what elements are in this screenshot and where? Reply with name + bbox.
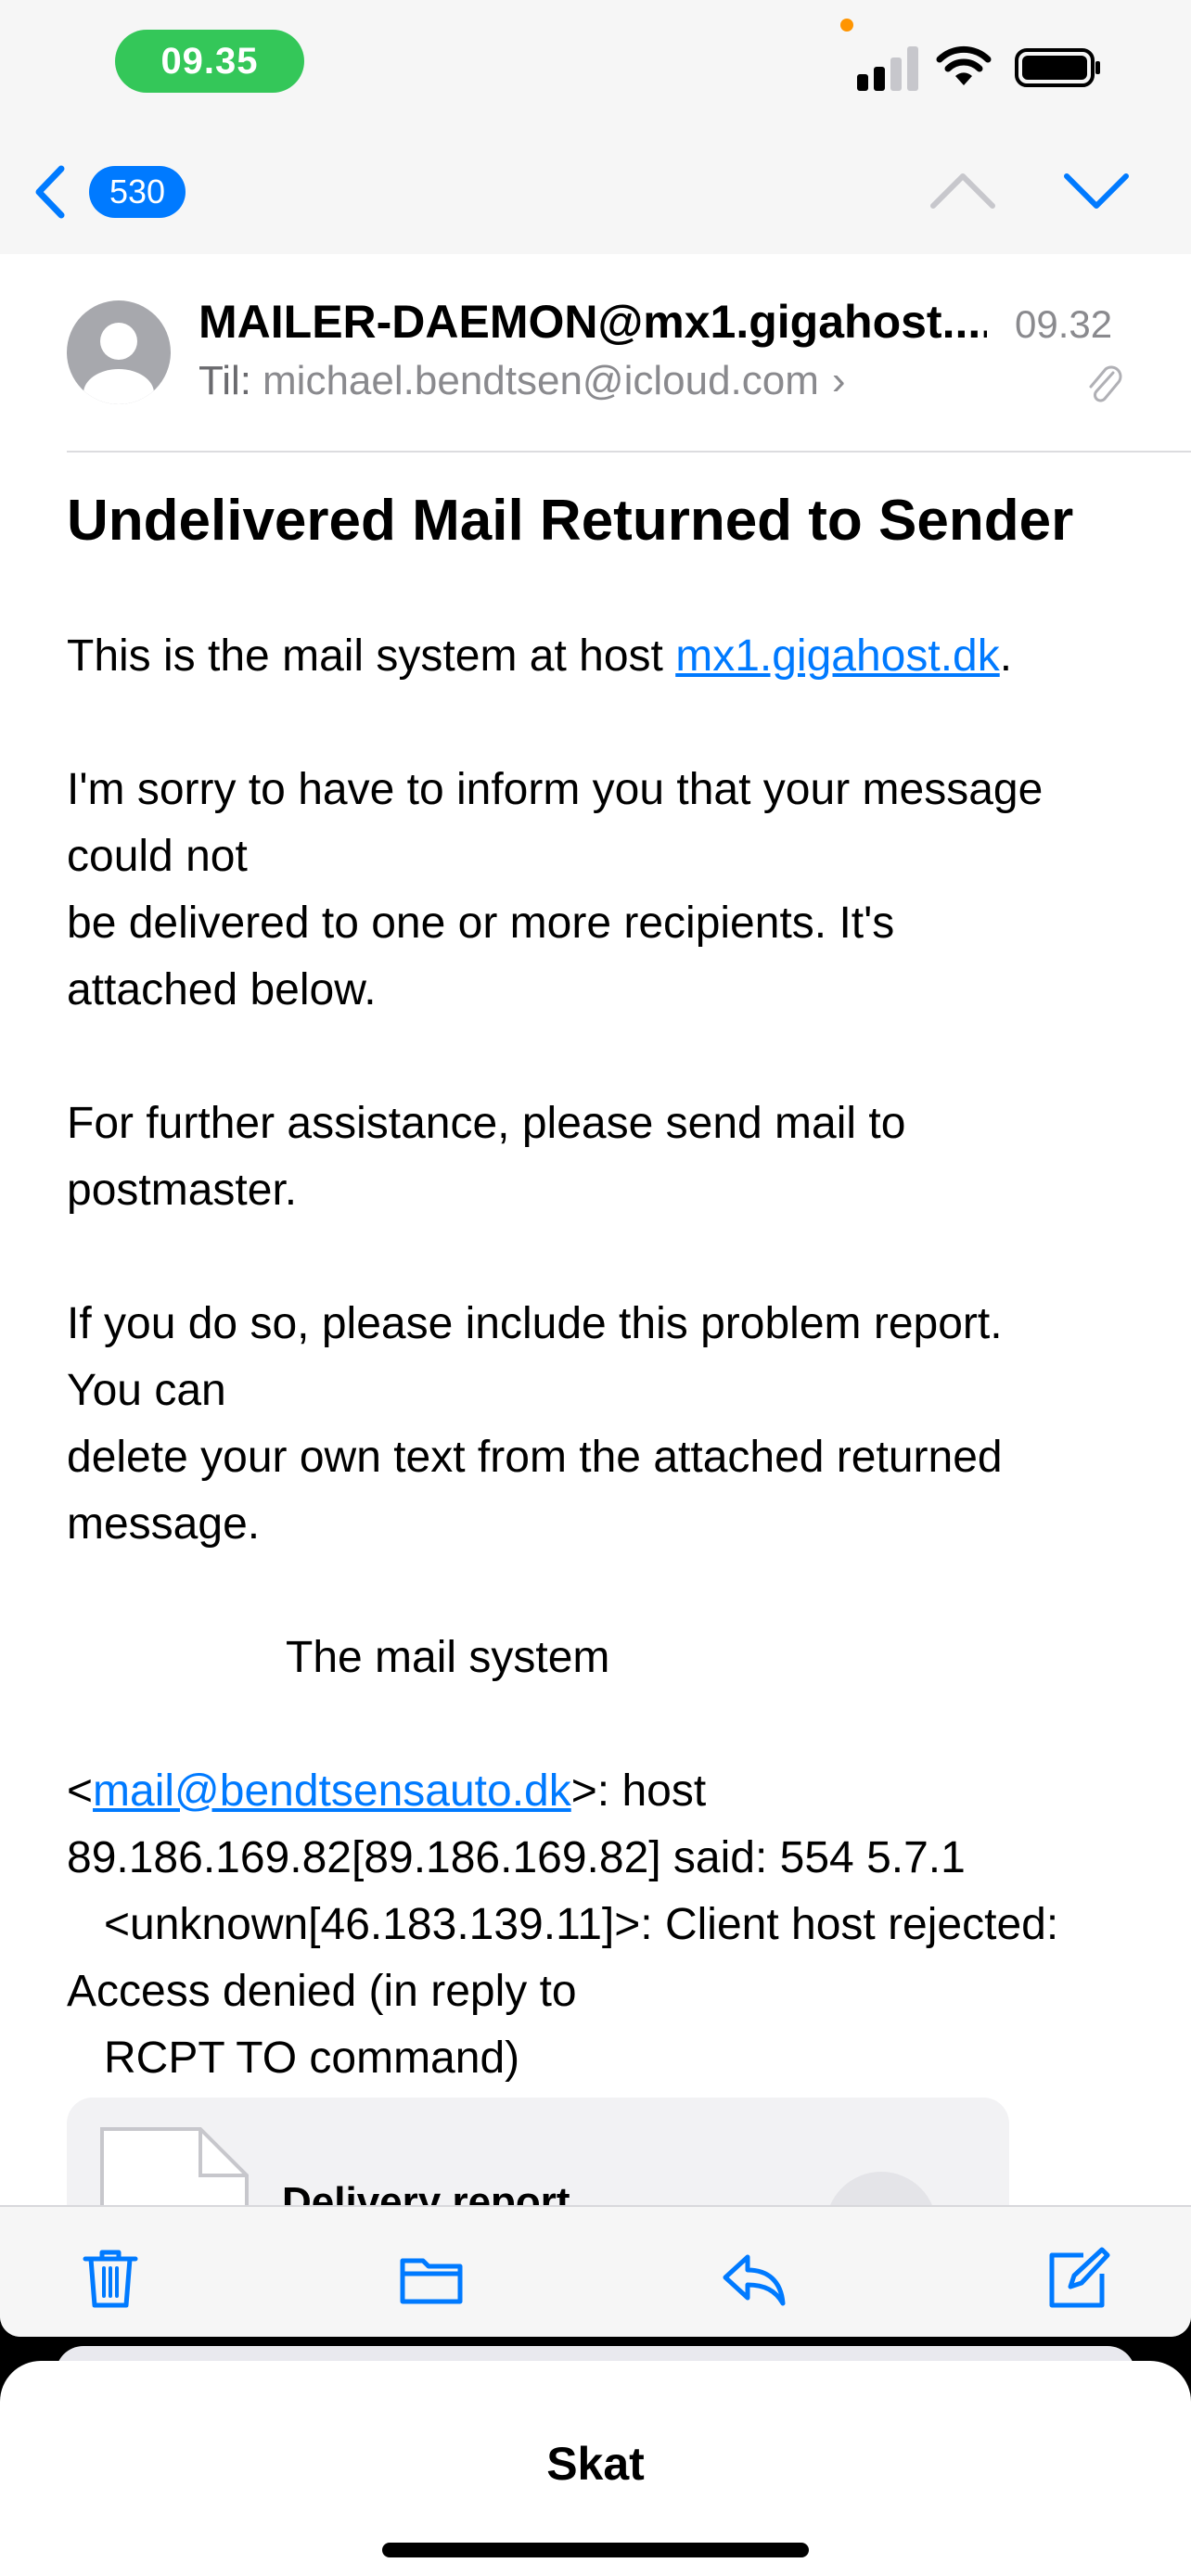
body-line: You can bbox=[67, 1366, 226, 1415]
error-prefix: < bbox=[67, 1766, 94, 1816]
chevron-down-icon[interactable] bbox=[1061, 165, 1132, 217]
reply-icon[interactable] bbox=[722, 2246, 787, 2311]
privacy-indicator-dot bbox=[840, 19, 853, 32]
body-line: I'm sorry to have to inform you that you… bbox=[67, 765, 1044, 814]
received-time: 09.32 bbox=[1015, 302, 1113, 346]
recipient-address[interactable]: michael.bendtsen@icloud.com bbox=[263, 358, 819, 403]
body-paragraph-1: This is the mail system at host mx1.giga… bbox=[67, 623, 1143, 690]
status-bar: 09.35 bbox=[0, 0, 1191, 130]
message-body: This is the mail system at host mx1.giga… bbox=[67, 623, 1143, 2092]
home-indicator[interactable] bbox=[382, 2543, 809, 2557]
compose-icon[interactable] bbox=[1046, 2246, 1111, 2311]
body-line: attached below. bbox=[67, 965, 377, 1014]
wifi-icon bbox=[936, 45, 992, 85]
person-icon bbox=[83, 323, 154, 404]
bottom-sheet[interactable]: Skat bbox=[0, 2361, 1191, 2576]
header-divider bbox=[67, 451, 1191, 453]
recipient-line[interactable]: Til: michael.bendtsen@icloud.com › bbox=[198, 358, 846, 404]
sheet-title: Skat bbox=[546, 2438, 645, 2490]
error-line-2: 89.186.169.82[89.186.169.82] said: 554 5… bbox=[67, 1833, 966, 1882]
body-line: be delivered to one or more recipients. … bbox=[67, 899, 895, 948]
chevron-left-icon bbox=[35, 165, 65, 219]
sender-avatar[interactable] bbox=[67, 300, 171, 404]
bottom-toolbar bbox=[0, 2205, 1191, 2337]
chevron-up-icon[interactable] bbox=[928, 165, 998, 217]
body-line: If you do so, please include this proble… bbox=[67, 1299, 1003, 1348]
status-time[interactable]: 09.35 bbox=[115, 30, 304, 93]
body-text-1-end: . bbox=[999, 631, 1013, 681]
error-line-5: RCPT TO command) bbox=[104, 2034, 520, 2083]
error-line-4: Access denied (in reply to bbox=[67, 1967, 577, 2016]
cellular-signal-icon bbox=[857, 46, 918, 91]
body-line: For further assistance, please send mail… bbox=[67, 1099, 906, 1148]
error-suffix: >: host bbox=[570, 1766, 707, 1816]
host-link[interactable]: mx1.gigahost.dk bbox=[675, 631, 1000, 681]
sender-name[interactable]: MAILER-DAEMON@mx1.gigahost.... bbox=[198, 295, 987, 349]
body-text-1: This is the mail system at host bbox=[67, 631, 676, 681]
error-line-1: <mail@bendtsensauto.dk>: host bbox=[67, 1758, 1143, 1825]
recipient-email-link[interactable]: mail@bendtsensauto.dk bbox=[93, 1766, 571, 1816]
error-line-3: <unknown[46.183.139.11]>: Client host re… bbox=[104, 1900, 1059, 1949]
mail-screen: 09.35 530 MAILER-DAEMON@mx1.gigahost....… bbox=[0, 0, 1191, 2337]
folder-icon[interactable] bbox=[399, 2246, 464, 2311]
body-line: postmaster. bbox=[67, 1166, 298, 1215]
to-label: Til: bbox=[198, 358, 252, 403]
message-subject: Undelivered Mail Returned to Sender bbox=[67, 489, 1074, 553]
body-signature: The mail system bbox=[286, 1633, 610, 1682]
trash-icon[interactable] bbox=[78, 2246, 143, 2311]
unread-count-badge: 530 bbox=[89, 166, 186, 218]
body-line: delete your own text from the attached r… bbox=[67, 1433, 1003, 1482]
body-line: message. bbox=[67, 1499, 261, 1549]
battery-icon bbox=[1015, 48, 1100, 87]
back-button[interactable]: 530 bbox=[32, 159, 198, 224]
chevron-right-icon: › bbox=[831, 358, 846, 403]
body-line: could not bbox=[67, 832, 248, 881]
nav-bar: 530 bbox=[0, 130, 1191, 254]
paperclip-icon bbox=[1089, 365, 1122, 402]
